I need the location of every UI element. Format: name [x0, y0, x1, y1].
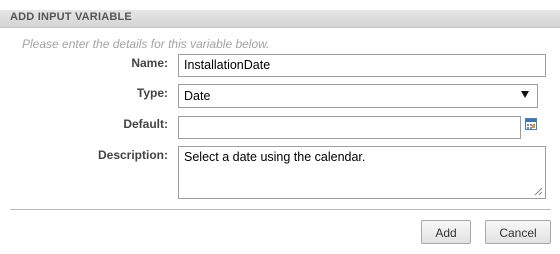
instructions-text: Please enter the details for this variab… [22, 37, 270, 51]
name-input[interactable]: InstallationDate [178, 54, 546, 77]
dialog-title: ADD INPUT VARIABLE [10, 11, 132, 23]
type-label: Type: [136, 86, 168, 100]
type-select-value: Date [184, 89, 211, 103]
name-input-value: InstallationDate [184, 58, 271, 72]
description-textarea[interactable]: Select a date using the calendar. [178, 146, 546, 199]
type-select[interactable]: Date [178, 84, 538, 108]
add-button[interactable]: Add [421, 220, 471, 244]
resize-grip-icon[interactable] [534, 187, 543, 196]
divider [10, 209, 551, 210]
chevron-down-icon [521, 91, 529, 98]
calendar-icon[interactable] [525, 118, 537, 130]
description-value: Select a date using the calendar. [184, 150, 366, 164]
default-input[interactable] [178, 116, 521, 139]
dialog-header: ADD INPUT VARIABLE [0, 10, 560, 28]
name-label: Name: [131, 56, 168, 70]
description-label: Description: [97, 148, 168, 162]
default-label: Default: [123, 117, 168, 131]
cancel-button[interactable]: Cancel [485, 220, 551, 244]
